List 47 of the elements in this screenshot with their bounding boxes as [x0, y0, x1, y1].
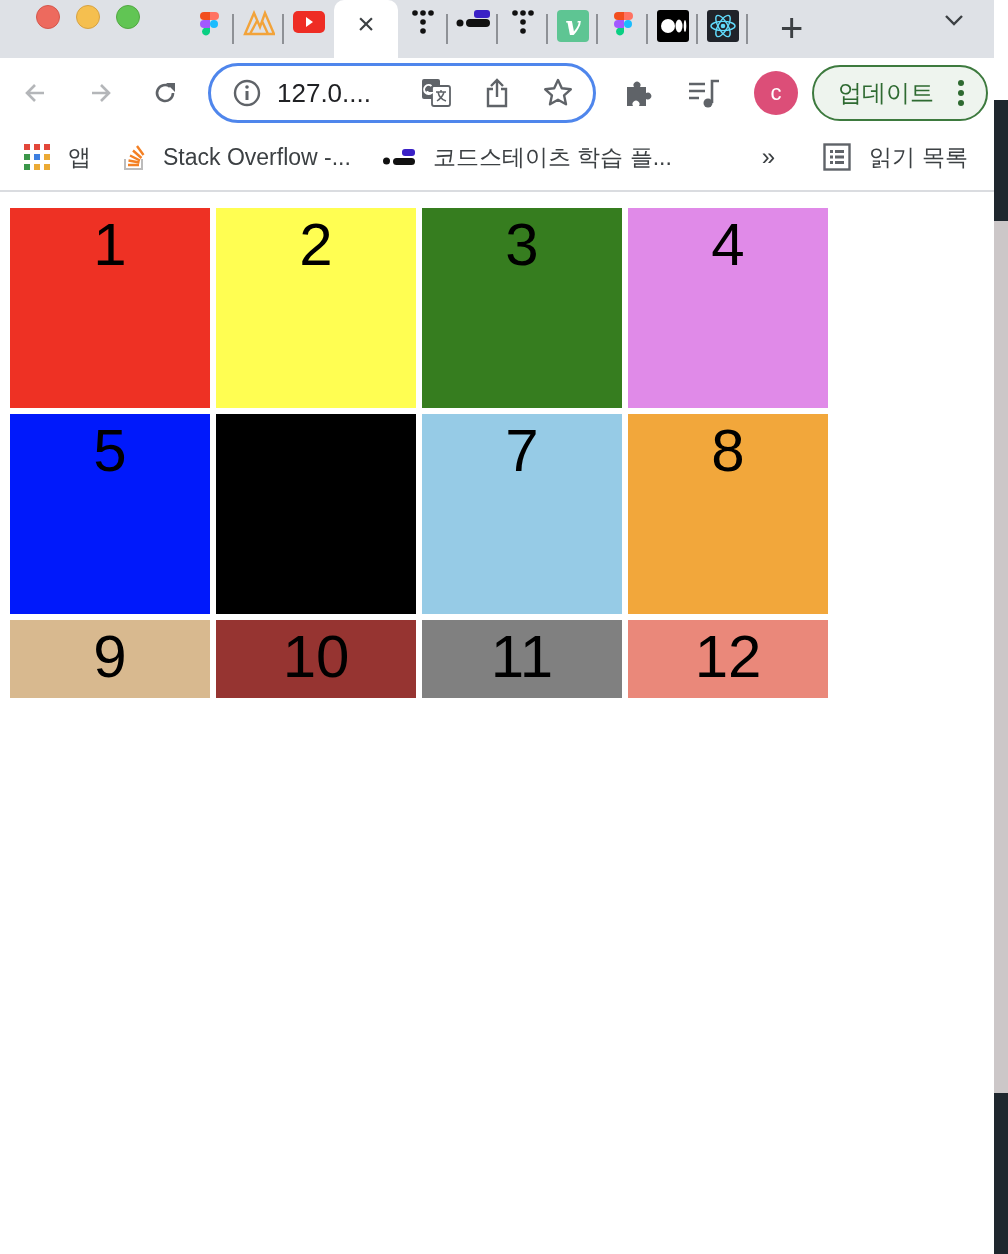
bookmark-link[interactable]: 코드스테이츠 학습 플...: [382, 141, 672, 173]
update-button[interactable]: 업데이트: [812, 65, 988, 121]
dot-dash-icon: [456, 10, 490, 28]
square-number: 1: [93, 210, 127, 280]
window-control[interactable]: [36, 5, 60, 29]
square-number: 2: [299, 210, 333, 280]
square-number: 3: [505, 210, 539, 280]
dots-icon: [412, 10, 434, 36]
new-tab-button[interactable]: +: [780, 10, 804, 46]
window-control[interactable]: [76, 5, 100, 29]
apps-grid-icon: [24, 144, 50, 170]
reading-list-button[interactable]: 읽기 목록: [823, 141, 968, 173]
profile-avatar[interactable]: c: [754, 71, 798, 115]
more-bookmarks-button[interactable]: »: [761, 143, 776, 171]
square-number: 7: [505, 416, 539, 486]
dots-icon: [512, 10, 534, 36]
bookmark-link[interactable]: Stack Overflow -...: [123, 143, 351, 171]
browser-tab[interactable]: ×: [334, 0, 398, 58]
kebab-menu-icon: [958, 80, 964, 106]
stack-overflow-logo-icon: [123, 143, 145, 171]
square-number: 10: [282, 622, 350, 692]
peaks-icon: [243, 10, 275, 36]
figma-logo-icon: [612, 10, 634, 38]
translate-icon: [421, 78, 451, 108]
url-text: 127.0....: [277, 77, 372, 109]
video-play-icon: [293, 10, 325, 34]
media-queue-icon: [688, 78, 720, 108]
medium-logo-icon: [657, 10, 689, 42]
square-number: 9: [93, 622, 127, 692]
address-bar[interactable]: 127.0....: [208, 63, 596, 123]
bookmark-link[interactable]: 앱: [24, 141, 91, 173]
share-icon: [485, 78, 509, 108]
tab-logo: v: [557, 10, 589, 42]
star-icon: [543, 78, 573, 108]
square-number: 5: [93, 416, 127, 486]
square-number: 8: [711, 416, 745, 486]
list-icon: [823, 143, 852, 171]
close-tab-button[interactable]: ×: [357, 10, 375, 38]
square-number: 12: [694, 622, 762, 692]
square-number: 11: [490, 622, 554, 692]
atom-icon: [707, 10, 739, 42]
dot-dash-icon: [382, 148, 415, 166]
info-icon: [233, 79, 261, 107]
square-number: 4: [711, 210, 745, 280]
figma-logo-icon: [198, 10, 220, 38]
window-control[interactable]: [116, 5, 140, 29]
chevron-down-icon: [944, 14, 964, 26]
